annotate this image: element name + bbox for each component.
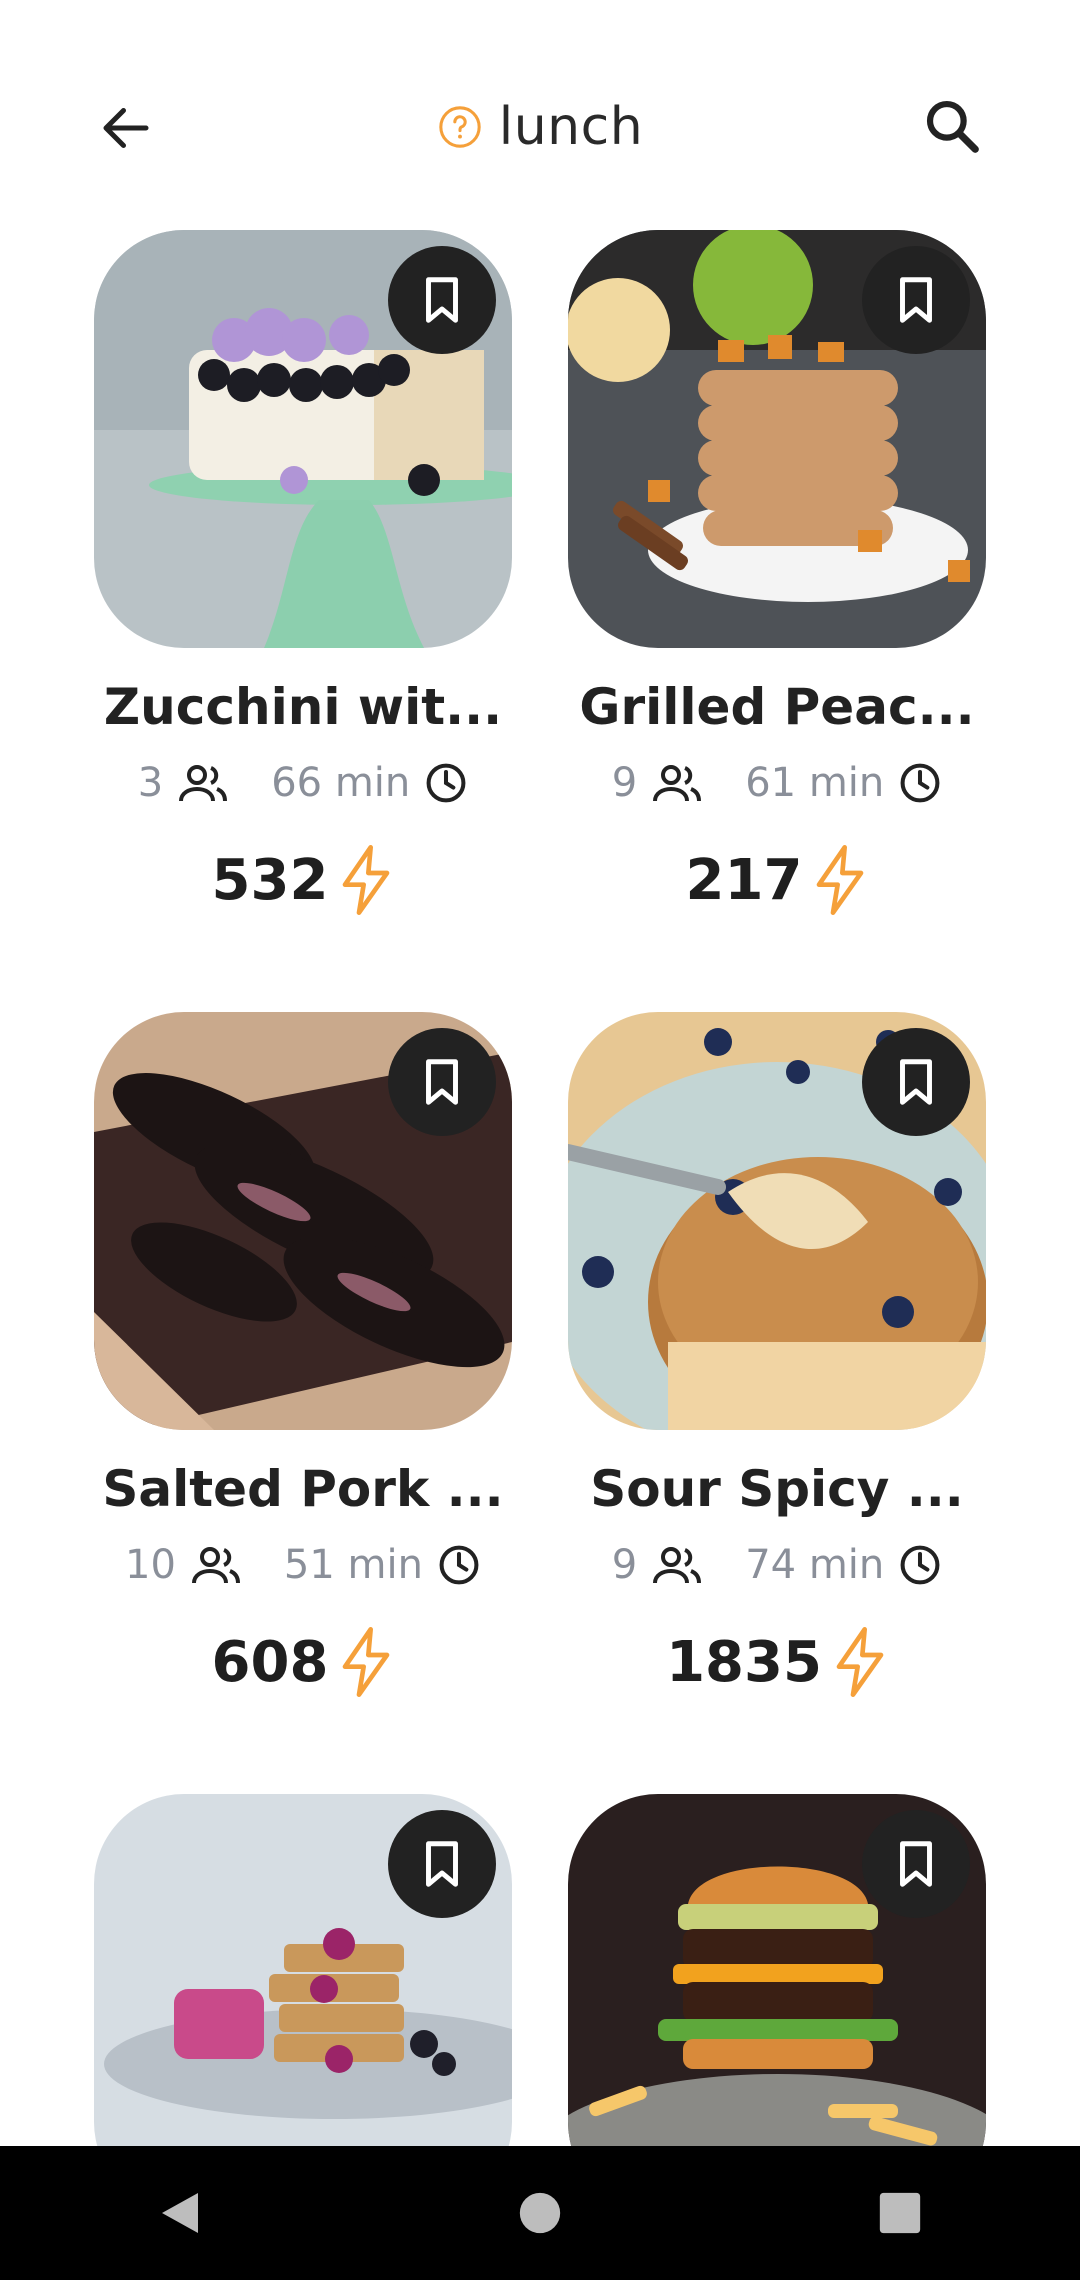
search-button[interactable] — [912, 86, 992, 166]
bookmark-icon — [426, 1059, 458, 1105]
energy-row: 217 — [568, 842, 986, 918]
recipe-image[interactable] — [568, 230, 986, 648]
page-title: lunch — [498, 97, 644, 157]
servings-count: 9 — [611, 760, 638, 806]
recipe-meta: 9 74 min — [568, 1542, 986, 1588]
recipe-title: Sour Spicy ... — [590, 1460, 964, 1518]
recipe-image[interactable] — [94, 230, 512, 648]
search-icon — [926, 100, 979, 153]
bookmark-button[interactable] — [388, 1028, 496, 1136]
recipe-meta: 9 61 min — [568, 760, 986, 806]
clock-icon — [426, 763, 466, 803]
lightning-icon — [817, 844, 864, 915]
recipe-meta: 10 51 min — [94, 1542, 512, 1588]
bookmark-icon — [426, 277, 458, 323]
cook-time: 61 min — [745, 760, 885, 806]
bookmark-button[interactable] — [862, 1810, 970, 1918]
bookmark-icon — [900, 277, 932, 323]
nav-back-button[interactable] — [120, 2153, 240, 2273]
clock-icon — [439, 1545, 479, 1585]
bookmark-button[interactable] — [862, 1028, 970, 1136]
square-recents-icon — [879, 2192, 921, 2234]
servings-count: 3 — [137, 760, 164, 806]
people-icon — [653, 1547, 702, 1584]
people-icon — [191, 1547, 240, 1584]
triangle-back-icon — [162, 2193, 198, 2233]
cook-time: 51 min — [283, 1542, 423, 1588]
system-navigation-bar — [0, 2146, 1080, 2280]
recipe-card[interactable]: Sour Spicy ... 9 74 min 1835 — [568, 1012, 988, 1697]
recipe-image[interactable] — [94, 1012, 512, 1430]
recipe-image[interactable] — [568, 1012, 986, 1430]
lightning-icon — [343, 1627, 390, 1697]
energy-row: 608 — [94, 1624, 512, 1700]
recipe-card[interactable]: Grilled Peac... 9 61 min 217 — [568, 230, 988, 915]
recipe-meta: 3 66 min — [94, 760, 512, 806]
clock-icon — [900, 763, 940, 803]
recipe-title: Grilled Peac... — [579, 678, 975, 736]
app-root: lunch Zucchini wit... 3 66 min 532 Grill… — [0, 0, 1080, 2280]
energy-value: 217 — [685, 847, 803, 913]
bookmark-button[interactable] — [862, 246, 970, 354]
nav-recents-button[interactable] — [840, 2153, 960, 2273]
recipe-title: Salted Pork ... — [102, 1460, 504, 1518]
cook-time: 66 min — [271, 760, 411, 806]
bookmark-icon — [900, 1059, 932, 1105]
help-circle-icon[interactable] — [437, 104, 483, 150]
bookmark-button[interactable] — [388, 1810, 496, 1918]
servings-count: 10 — [125, 1542, 176, 1588]
bookmark-button[interactable] — [388, 246, 496, 354]
nav-home-button[interactable] — [480, 2153, 600, 2273]
recipe-card[interactable]: Zucchini wit... 3 66 min 532 — [94, 230, 514, 915]
recipe-card[interactable]: Salted Pork ... 10 51 min 608 — [94, 1012, 514, 1697]
recipe-title: Zucchini wit... — [103, 678, 503, 736]
people-icon — [179, 765, 228, 802]
energy-value: 1835 — [666, 1629, 822, 1695]
lightning-icon — [836, 1627, 884, 1697]
lightning-icon — [343, 844, 390, 915]
people-icon — [653, 765, 702, 802]
energy-value: 532 — [211, 847, 329, 913]
servings-count: 9 — [611, 1542, 638, 1588]
energy-row: 1835 — [568, 1624, 986, 1700]
bookmark-icon — [426, 1841, 458, 1887]
circle-home-icon — [519, 2192, 561, 2234]
top-app-bar: lunch — [0, 0, 1080, 230]
bookmark-icon — [900, 1841, 932, 1887]
cook-time: 74 min — [745, 1542, 885, 1588]
energy-value: 608 — [211, 1629, 329, 1695]
clock-icon — [900, 1545, 940, 1585]
energy-row: 532 — [94, 842, 512, 918]
